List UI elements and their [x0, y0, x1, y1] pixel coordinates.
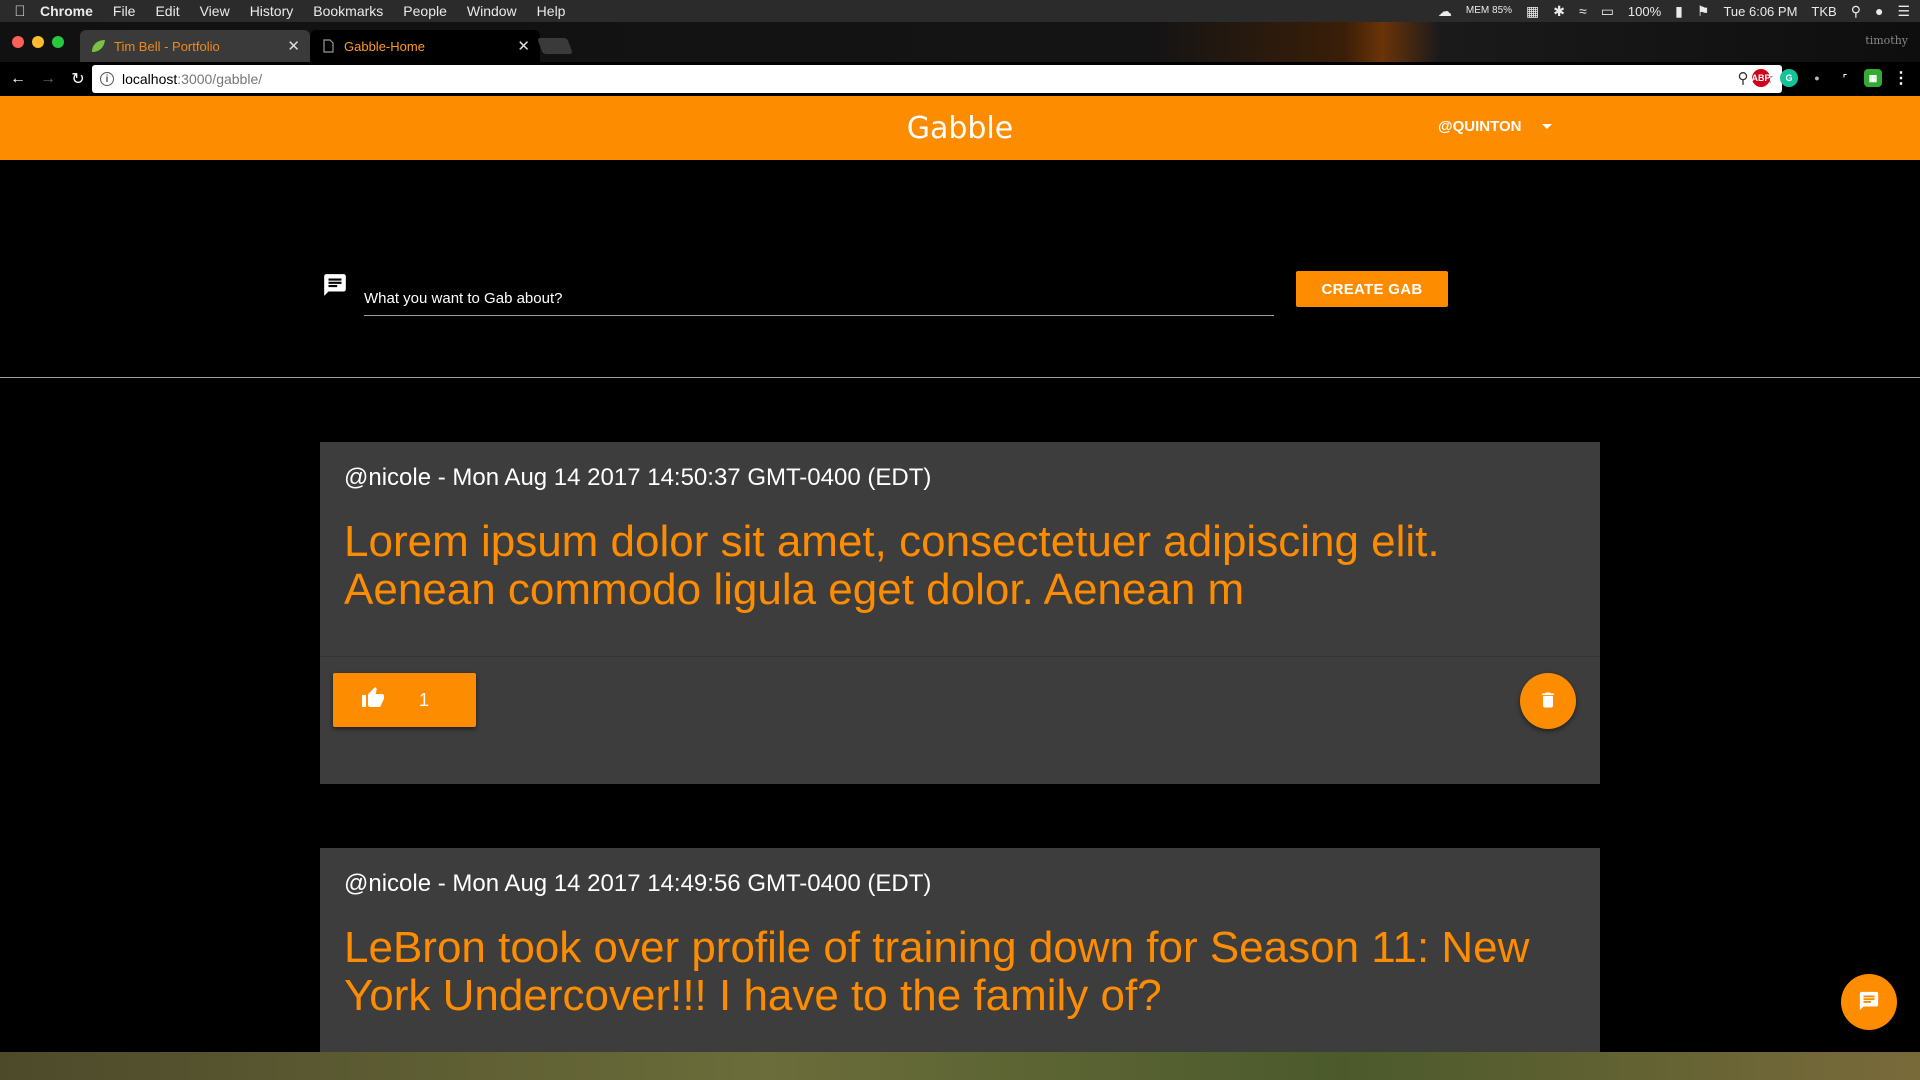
trash-icon	[1538, 690, 1558, 713]
bluetooth-icon[interactable]: ✱	[1553, 3, 1565, 20]
menu-bookmarks[interactable]: Bookmarks	[313, 3, 383, 19]
apple-icon[interactable]: 	[0, 3, 40, 20]
extension-icon[interactable]: ●	[1808, 69, 1826, 87]
macos-menubar:  Chrome File Edit View History Bookmark…	[0, 0, 1920, 22]
desktop-background	[0, 1052, 1920, 1080]
divider	[0, 377, 1920, 378]
flag-icon[interactable]: ⚑	[1697, 3, 1710, 20]
notification-list-icon[interactable]: ☰	[1897, 3, 1910, 20]
gab-body: LeBron took over profile of training dow…	[344, 923, 1530, 1020]
clock[interactable]: Tue 6:06 PM	[1723, 4, 1797, 19]
brand-title[interactable]: Gabble	[907, 111, 1014, 146]
spotlight-search-icon[interactable]: ⚲	[1851, 3, 1861, 20]
user-handle: @QUINTON	[1438, 118, 1522, 135]
gab-card: @nicole - Mon Aug 14 2017 14:49:56 GMT-0…	[320, 848, 1600, 1052]
browser-toolbar: ← → ↻ i localhost:3000/gabble/ ⚲ ☆ ABP G…	[0, 62, 1920, 96]
gab-input-field[interactable]	[364, 270, 1274, 316]
menu-history[interactable]: History	[250, 3, 294, 19]
siri-icon[interactable]: ●	[1875, 3, 1883, 19]
chat-fab-button[interactable]	[1841, 974, 1897, 1030]
gab-card: @nicole - Mon Aug 14 2017 14:50:37 GMT-0…	[320, 442, 1600, 784]
hook-extension-icon[interactable]: ⌜	[1836, 69, 1854, 87]
airplay-icon[interactable]: ▭	[1601, 3, 1614, 20]
gab-body: Lorem ipsum dolor sit amet, consectetuer…	[344, 517, 1440, 614]
close-window-button[interactable]	[12, 36, 24, 48]
user-name[interactable]: TKB	[1811, 4, 1836, 19]
new-tab-button[interactable]	[537, 38, 573, 54]
extension-icons: ABP G ● ⌜ ▦ ⋮	[1752, 69, 1910, 87]
mem-indicator[interactable]: MEM 85%	[1466, 6, 1512, 16]
address-bar[interactable]: i localhost:3000/gabble/ ⚲ ☆	[92, 65, 1782, 93]
leaf-icon	[90, 38, 106, 54]
menu-window[interactable]: Window	[467, 3, 517, 19]
tab-title: Gabble-Home	[344, 38, 425, 54]
wifi-icon[interactable]: ≈	[1579, 3, 1587, 19]
key-icon[interactable]: ⚲	[1738, 69, 1749, 87]
page-icon	[320, 38, 336, 54]
url-host: localhost	[122, 71, 178, 87]
tab-strip: Tim Bell - Portfolio ✕ Gabble-Home ✕ tim…	[0, 22, 1920, 62]
menu-app-chrome[interactable]: Chrome	[40, 3, 93, 19]
thumb-up-icon	[361, 686, 385, 715]
menu-people[interactable]: People	[403, 3, 447, 19]
status-area: ☁ MEM 85% ▦ ✱ ≈ ▭ 100% ▮ ⚑ Tue 6:06 PM T…	[1438, 0, 1910, 22]
tab-gabble-home[interactable]: Gabble-Home ✕	[310, 30, 540, 62]
window-controls	[12, 36, 64, 48]
cloud-icon[interactable]: ☁	[1438, 3, 1452, 20]
menu-edit[interactable]: Edit	[155, 3, 179, 19]
user-menu[interactable]: @QUINTON	[1438, 118, 1552, 135]
menu-view[interactable]: View	[200, 3, 230, 19]
card-divider	[320, 656, 1600, 657]
delete-gab-button[interactable]	[1520, 673, 1576, 729]
chrome-menu-icon[interactable]: ⋮	[1892, 69, 1910, 87]
gab-input[interactable]	[364, 270, 1274, 314]
forward-arrow-icon[interactable]: →	[36, 70, 60, 88]
profile-name[interactable]: timothy	[1865, 34, 1908, 47]
tab-title: Tim Bell - Portfolio	[114, 38, 220, 54]
adblock-icon[interactable]: ABP	[1752, 69, 1771, 87]
grid-icon[interactable]: ▦	[1526, 3, 1539, 20]
screen-extension-icon[interactable]: ▦	[1864, 69, 1882, 87]
chat-icon	[1858, 990, 1880, 1015]
like-button[interactable]: 1	[333, 673, 476, 727]
like-count: 1	[419, 689, 430, 710]
info-icon[interactable]: i	[100, 72, 114, 86]
battery-icon[interactable]: ▮	[1675, 3, 1683, 20]
battery-percent[interactable]: 100%	[1628, 4, 1661, 19]
gab-meta: @nicole - Mon Aug 14 2017 14:50:37 GMT-0…	[344, 464, 932, 491]
back-arrow-icon[interactable]: ←	[6, 70, 30, 88]
tab-tim-bell-portfolio[interactable]: Tim Bell - Portfolio ✕	[80, 30, 310, 62]
menu-help[interactable]: Help	[537, 3, 566, 19]
menu-file[interactable]: File	[113, 3, 136, 19]
grammarly-icon[interactable]: G	[1780, 69, 1798, 87]
close-icon[interactable]: ✕	[517, 37, 530, 55]
url-path: :3000/gabble/	[177, 71, 263, 87]
app-header: Gabble @QUINTON	[0, 96, 1920, 160]
zoom-window-button[interactable]	[52, 36, 64, 48]
gab-meta: @nicole - Mon Aug 14 2017 14:49:56 GMT-0…	[344, 870, 932, 897]
message-icon	[322, 272, 348, 298]
reload-icon[interactable]: ↻	[66, 69, 90, 89]
create-gab-button[interactable]: CREATE GAB	[1296, 271, 1448, 307]
minimize-window-button[interactable]	[32, 36, 44, 48]
caret-down-icon	[1541, 124, 1552, 129]
close-icon[interactable]: ✕	[287, 37, 300, 55]
